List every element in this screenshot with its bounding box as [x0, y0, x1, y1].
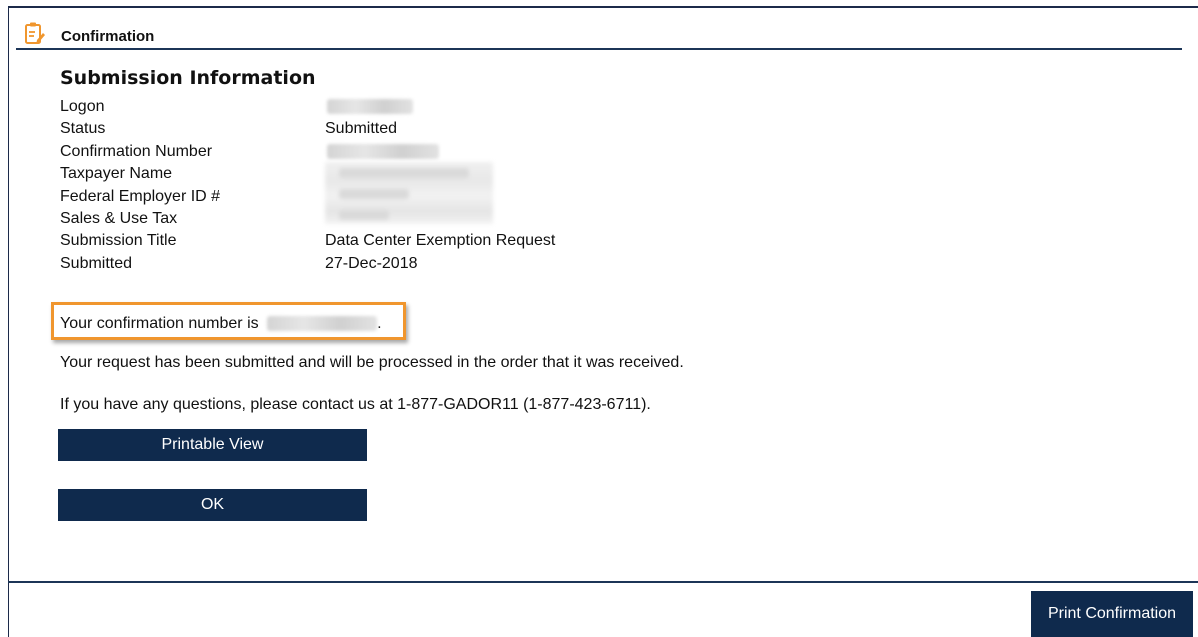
confirmation-number-redacted: [325, 141, 439, 163]
info-label: Confirmation Number: [60, 142, 213, 160]
confirmation-number-redacted: [267, 316, 378, 332]
info-label: Submitted: [60, 254, 133, 272]
info-label: Sales & Use Tax: [60, 209, 178, 227]
info-row-submission-title: Submission Title Data Center Exemption R…: [60, 230, 555, 252]
print-confirmation-button[interactable]: Print Confirmation: [1031, 591, 1193, 637]
info-value: 27-Dec-2018: [325, 254, 418, 272]
info-label: Federal Employer ID #: [60, 187, 221, 205]
submission-info-title: Submission Information: [60, 67, 316, 89]
info-value: Data Center Exemption Request: [325, 232, 556, 250]
info-label: Taxpayer Name: [60, 165, 173, 183]
info-row-submitted: Submitted 27-Dec-2018: [60, 253, 555, 275]
ok-button[interactable]: OK: [58, 489, 367, 521]
info-row-logon: Logon: [60, 96, 555, 118]
processed-message: Your request has been submitted and will…: [60, 354, 684, 371]
contact-message: If you have any questions, please contac…: [60, 396, 651, 413]
info-label: Status: [60, 120, 106, 138]
logon-value-redacted: [325, 96, 413, 118]
info-label: Logon: [60, 98, 105, 115]
info-value: Submitted: [325, 120, 398, 138]
info-label: Submission Title: [60, 232, 177, 250]
info-row-confirmation-number: Confirmation Number: [60, 141, 555, 163]
confirmation-prefix: Your confirmation number is: [60, 315, 259, 332]
section-header: Confirmation: [16, 18, 1182, 50]
redacted-taxpayer-details: [325, 162, 493, 224]
clipboard-edit-icon: [24, 21, 46, 45]
page-title: Confirmation: [61, 28, 155, 45]
confirmation-message: Your confirmation number is .: [60, 315, 382, 333]
confirmation-suffix: .: [377, 315, 382, 332]
footer-divider: [8, 581, 1198, 583]
printable-view-button[interactable]: Printable View: [58, 429, 367, 461]
info-row-status: Status Submitted: [60, 118, 555, 140]
